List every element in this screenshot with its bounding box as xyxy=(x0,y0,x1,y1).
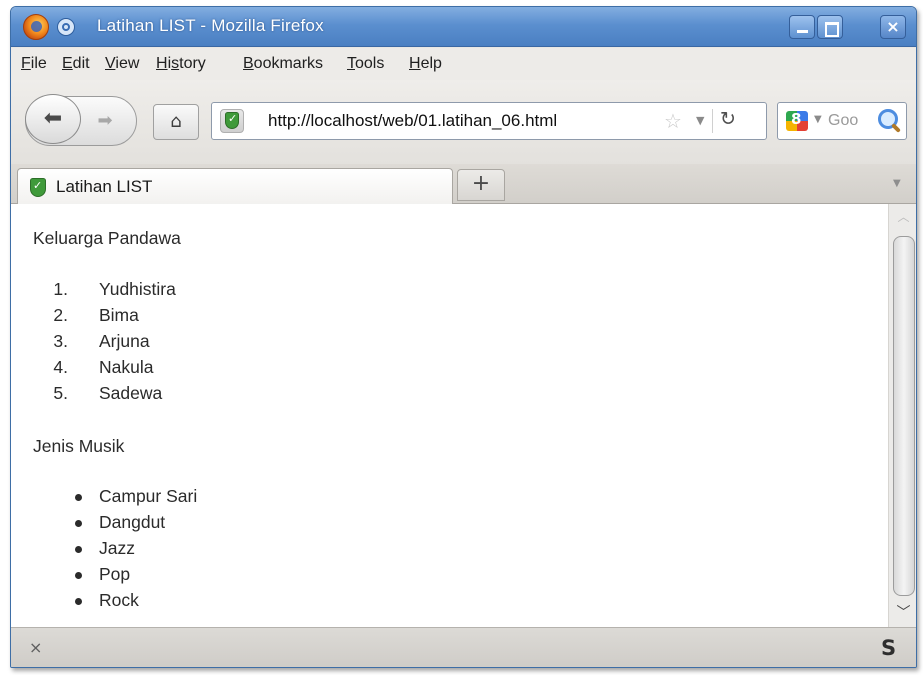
list-item: Rock xyxy=(11,587,197,613)
url-divider xyxy=(712,109,713,133)
home-button[interactable]: ⌂ xyxy=(153,104,199,140)
window-menu-icon[interactable] xyxy=(57,18,75,36)
new-tab-button[interactable]: + xyxy=(457,169,505,201)
history-dropdown-icon[interactable]: ▼ xyxy=(696,114,704,127)
list-item: 4. Nakula xyxy=(53,357,154,377)
menu-edit[interactable]: Edit xyxy=(62,55,90,73)
unordered-list-heading: Jenis Musik xyxy=(33,436,125,456)
shield-icon xyxy=(30,178,46,197)
page-content: Keluarga Pandawa 1. Yudhistira 2. Bima 3. A… xyxy=(11,204,888,627)
engine-dropdown-icon[interactable]: ▼ xyxy=(814,114,822,125)
ordered-list: 1. Yudhistira 2. Bima 3. Arjuna 4. Nakula 5.… xyxy=(11,276,176,406)
menu-bar: File Edit View History Bookmarks Tools H… xyxy=(11,48,916,80)
status-s-icon[interactable]: S xyxy=(881,636,896,660)
list-item: 3. Arjuna xyxy=(53,331,150,351)
bookmark-star-icon[interactable]: ☆ xyxy=(664,109,682,133)
bullet-icon xyxy=(75,598,82,605)
scroll-up-icon[interactable]: ︿ xyxy=(889,208,916,225)
forward-arrow-icon: ➡ xyxy=(97,110,113,131)
list-item: 1. Yudhistira xyxy=(53,279,176,299)
menu-bookmarks[interactable]: Bookmarks xyxy=(243,55,323,73)
unordered-list: Campur Sari Dangdut Jazz Pop Rock xyxy=(11,483,197,613)
tab-strip: Latihan LIST + ▼ xyxy=(11,164,916,205)
firefox-logo-icon xyxy=(23,14,49,40)
list-item: 2. Bima xyxy=(53,305,139,325)
url-bar[interactable]: http://localhost/web/01.latihan_06.html … xyxy=(211,102,767,140)
bullet-icon xyxy=(75,520,82,527)
vertical-scrollbar[interactable]: ︿ ﹀ xyxy=(888,204,916,627)
list-item: 5. Sadewa xyxy=(53,383,163,403)
google-engine-icon[interactable] xyxy=(786,110,808,131)
search-icon[interactable] xyxy=(878,109,898,129)
close-window-button[interactable]: × xyxy=(880,15,906,39)
home-icon: ⌂ xyxy=(170,111,182,132)
navigation-toolbar: ⬅ ➡ ⌂ http://localhost/web/01.latihan_06… xyxy=(11,80,916,164)
list-item: Pop xyxy=(11,561,197,587)
plus-icon: + xyxy=(471,171,491,196)
back-arrow-icon: ⬅ xyxy=(43,106,63,131)
menu-view[interactable]: View xyxy=(105,55,139,73)
back-button[interactable]: ⬅ xyxy=(25,94,81,144)
title-bar[interactable]: Latihan LIST - Mozilla Firefox × xyxy=(11,7,916,47)
bullet-icon xyxy=(75,572,82,579)
close-icon: × xyxy=(886,17,900,36)
minimize-button[interactable] xyxy=(789,15,815,39)
bullet-icon xyxy=(75,546,82,553)
search-input[interactable]: Goo xyxy=(828,112,858,130)
menu-tools[interactable]: Tools xyxy=(347,55,384,73)
tab-list-dropdown-icon[interactable]: ▼ xyxy=(893,178,901,189)
browser-window: Latihan LIST - Mozilla Firefox × File Ed… xyxy=(10,6,917,668)
scroll-down-icon[interactable]: ﹀ xyxy=(889,602,916,622)
search-bar[interactable]: ▼ Goo xyxy=(777,102,907,140)
menu-history[interactable]: History xyxy=(156,55,206,73)
forward-button[interactable]: ➡ xyxy=(85,96,125,146)
reload-icon[interactable]: ↻ xyxy=(720,108,736,130)
scroll-thumb[interactable] xyxy=(893,236,915,596)
ordered-list-heading: Keluarga Pandawa xyxy=(33,228,181,248)
list-item: Jazz xyxy=(11,535,197,561)
shield-icon xyxy=(225,112,239,129)
url-input[interactable]: http://localhost/web/01.latihan_06.html xyxy=(268,111,557,131)
menu-file[interactable]: File xyxy=(21,55,47,73)
bullet-icon xyxy=(75,494,82,501)
tab-label: Latihan LIST xyxy=(56,177,153,196)
close-addon-bar-icon[interactable]: × xyxy=(29,638,42,657)
site-identity-button[interactable] xyxy=(220,109,244,133)
list-item: Dangdut xyxy=(11,509,197,535)
window-title: Latihan LIST - Mozilla Firefox xyxy=(97,16,324,35)
list-item: Campur Sari xyxy=(11,483,197,509)
menu-help[interactable]: Help xyxy=(409,55,442,73)
maximize-button[interactable] xyxy=(817,15,843,39)
tab-latihan-list[interactable]: Latihan LIST xyxy=(17,168,453,205)
status-bar: × S xyxy=(11,627,916,667)
